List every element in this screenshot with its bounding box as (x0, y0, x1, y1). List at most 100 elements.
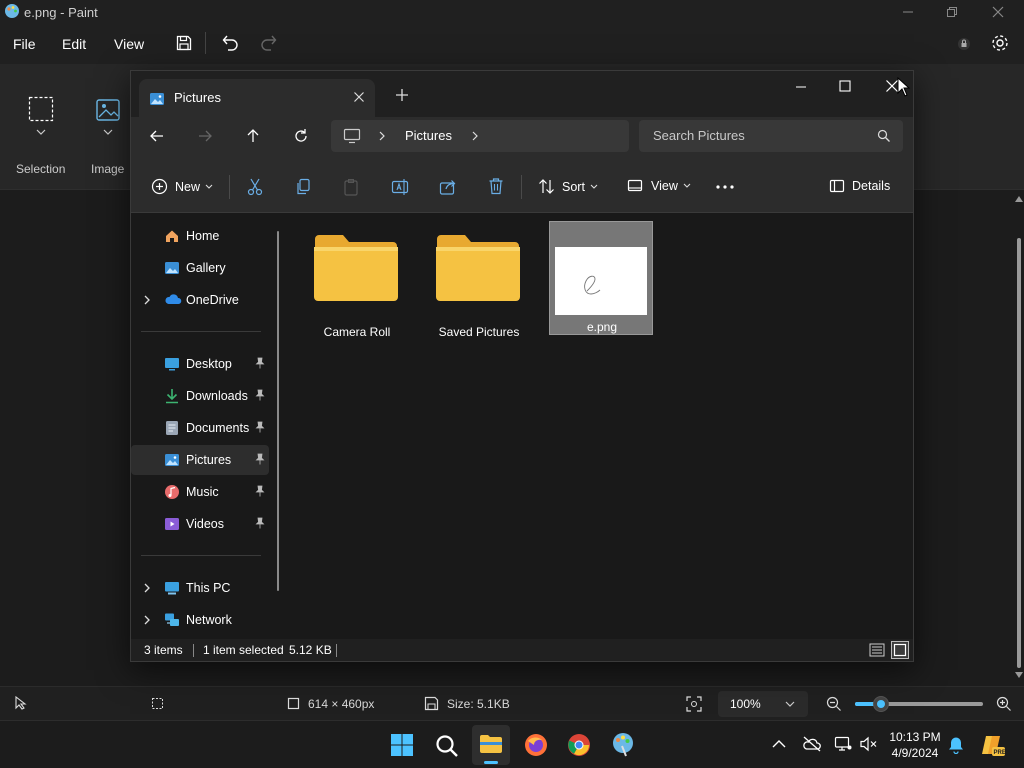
file-item-e-png[interactable]: e.png (549, 221, 653, 335)
paint-vertical-scrollbar[interactable] (1014, 190, 1024, 686)
nav-item-this-pc[interactable]: This PC (131, 573, 269, 603)
selection-tool-icon[interactable] (28, 96, 54, 122)
breadcrumb-chevron-icon[interactable] (471, 131, 479, 141)
firefox-icon[interactable] (524, 733, 548, 757)
nav-item-music[interactable]: Music (131, 477, 269, 507)
large-icons-view-icon[interactable] (891, 641, 909, 659)
nav-item-pictures[interactable]: Pictures (131, 445, 269, 475)
pin-icon[interactable] (255, 517, 265, 529)
delete-trash-icon[interactable] (488, 177, 504, 195)
details-view-icon[interactable] (869, 642, 885, 658)
onedrive-offline-icon[interactable] (802, 736, 822, 752)
pin-icon[interactable] (255, 421, 265, 433)
chevron-right-icon[interactable] (143, 583, 151, 593)
chrome-icon[interactable] (567, 733, 591, 757)
paint-close-button[interactable] (990, 4, 1006, 20)
file-explorer-icon (479, 734, 503, 754)
nav-item-gallery[interactable]: Gallery (131, 253, 269, 283)
paint-minimize-button[interactable] (900, 4, 916, 20)
rename-icon[interactable] (391, 178, 409, 196)
fit-to-window-icon[interactable] (686, 696, 702, 712)
explorer-minimize-button[interactable] (793, 79, 809, 95)
copy-icon[interactable] (295, 178, 311, 196)
paint-icon[interactable] (611, 732, 635, 758)
details-button[interactable]: Details (829, 179, 890, 193)
nav-item-network[interactable]: Network (131, 605, 269, 635)
search-box[interactable]: Search Pictures (639, 120, 903, 152)
clock[interactable]: 10:13 PM 4/9/2024 (888, 729, 942, 761)
cut-icon[interactable] (247, 178, 263, 196)
pictures-icon (149, 91, 165, 107)
breadcrumb-chevron-icon[interactable] (378, 131, 386, 141)
pin-icon[interactable] (255, 357, 265, 369)
image-label: Image (91, 162, 125, 176)
sort-button[interactable]: Sort (538, 178, 599, 195)
windows-start-icon[interactable] (390, 733, 414, 757)
chevron-right-icon[interactable] (143, 295, 151, 305)
paint-restore-button[interactable] (944, 4, 960, 20)
new-button[interactable]: New (151, 178, 214, 195)
nav-item-home[interactable]: Home (131, 221, 269, 251)
pin-icon[interactable] (255, 389, 265, 401)
selection-label: Selection (16, 162, 66, 176)
back-arrow-icon[interactable] (149, 128, 165, 144)
new-tab-icon[interactable] (395, 88, 409, 102)
refresh-icon[interactable] (293, 128, 309, 144)
file-list[interactable]: Camera Roll Saved Pictures e.png (289, 213, 913, 639)
show-hidden-icons-chevron-up-icon[interactable] (772, 739, 786, 749)
notification-bell-icon[interactable] (948, 736, 964, 754)
share-icon[interactable] (439, 178, 457, 196)
settings-gear-icon[interactable] (990, 33, 1010, 53)
nav-item-videos[interactable]: Videos (131, 509, 269, 539)
file-name: Camera Roll (323, 325, 391, 339)
close-tab-icon[interactable] (353, 91, 365, 103)
pin-icon[interactable] (255, 485, 265, 497)
nav-item-desktop[interactable]: Desktop (131, 349, 269, 379)
videos-icon (164, 516, 180, 532)
copilot-preview-icon[interactable]: PRE (980, 732, 1006, 758)
undo-icon[interactable] (220, 33, 240, 53)
plus-circle-icon (151, 178, 168, 195)
volume-muted-icon[interactable] (860, 736, 878, 752)
nav-item-downloads[interactable]: Downloads (131, 381, 269, 411)
zoom-out-icon[interactable] (826, 696, 842, 712)
chevron-right-icon[interactable] (143, 615, 151, 625)
file-item-camera-roll[interactable]: Camera Roll (305, 221, 409, 339)
file-explorer-taskbar-button[interactable] (472, 725, 510, 765)
explorer-maximize-button[interactable] (838, 79, 852, 93)
save-icon[interactable] (175, 34, 193, 52)
up-arrow-icon[interactable] (245, 128, 261, 144)
zoom-select[interactable]: 100% (718, 691, 808, 717)
redo-icon[interactable] (259, 33, 279, 53)
search-icon (877, 129, 891, 143)
image-tool-icon[interactable] (95, 96, 121, 122)
search-icon[interactable] (435, 734, 459, 758)
nav-item-documents[interactable]: Documents (131, 413, 269, 443)
scroll-thumb[interactable] (1017, 238, 1021, 668)
menu-view[interactable]: View (114, 36, 144, 52)
canvas-size-icon (287, 697, 300, 710)
scroll-down-arrow-icon[interactable] (1015, 672, 1023, 678)
nav-scrollbar[interactable] (277, 231, 279, 591)
account-icon[interactable] (956, 36, 972, 52)
zoom-in-icon[interactable] (996, 696, 1012, 712)
pin-icon[interactable] (255, 453, 265, 465)
tab-pictures[interactable]: Pictures (139, 79, 375, 119)
chevron-down-icon[interactable] (103, 128, 113, 136)
menu-edit[interactable]: Edit (62, 36, 86, 52)
more-options-icon[interactable] (715, 184, 735, 190)
chevron-down-icon[interactable] (36, 128, 46, 136)
scroll-up-arrow-icon[interactable] (1015, 196, 1023, 202)
address-bar[interactable]: Pictures (331, 120, 629, 152)
menu-file[interactable]: File (13, 36, 36, 52)
paste-icon[interactable] (343, 178, 359, 196)
clock-time: 10:13 PM (889, 730, 941, 744)
zoom-slider[interactable] (855, 696, 983, 712)
breadcrumb-pictures[interactable]: Pictures (405, 128, 452, 143)
file-item-saved-pictures[interactable]: Saved Pictures (427, 221, 531, 339)
nav-item-onedrive[interactable]: OneDrive (131, 285, 269, 315)
forward-arrow-icon[interactable] (197, 128, 213, 144)
zoom-slider-thumb[interactable] (873, 696, 889, 712)
view-button[interactable]: View (627, 178, 692, 194)
network-display-icon[interactable] (834, 736, 852, 752)
